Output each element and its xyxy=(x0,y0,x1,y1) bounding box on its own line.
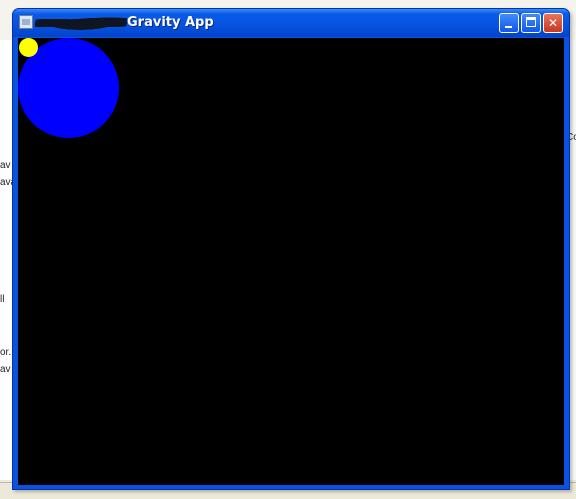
gravity-app-window: Gravity App ✕ xyxy=(12,8,570,490)
yellow-ball xyxy=(19,38,38,57)
window-titlebar[interactable]: Gravity App ✕ xyxy=(13,9,569,37)
gravity-canvas[interactable] xyxy=(18,38,564,485)
app-window-icon[interactable] xyxy=(19,15,33,29)
background-text-fragment: av xyxy=(0,160,11,171)
background-text-fragment: ll xyxy=(0,294,5,305)
maximize-button[interactable] xyxy=(521,13,541,33)
redacted-title-prefix xyxy=(33,16,129,30)
minimize-button[interactable] xyxy=(499,13,519,33)
window-title: Gravity App xyxy=(127,15,214,30)
background-text-fragment: or. xyxy=(0,347,12,358)
minimize-icon xyxy=(505,26,512,28)
close-icon: ✕ xyxy=(547,16,559,30)
maximize-icon xyxy=(526,17,536,27)
close-button[interactable]: ✕ xyxy=(543,13,563,33)
background-text-fragment: av xyxy=(0,364,11,375)
